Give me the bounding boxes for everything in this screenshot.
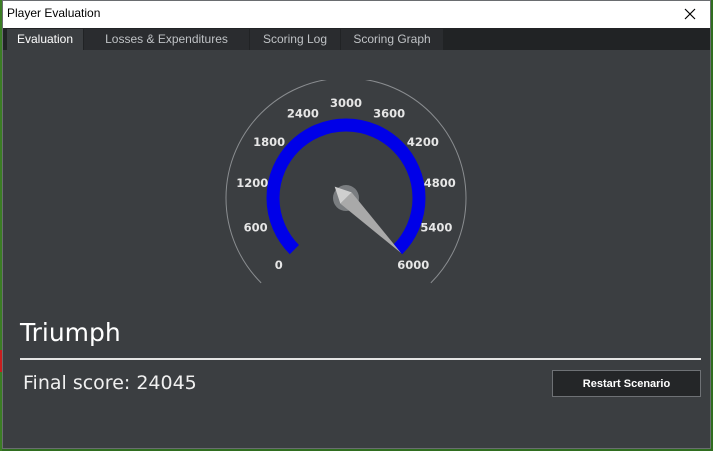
final-score: Final score: 24045	[23, 372, 197, 394]
title-bar[interactable]: Player Evaluation	[3, 1, 710, 28]
evaluation-panel: 0 600 1200 1800 2400 3000 3600 4200 4800 5400 6000…	[6, 50, 707, 445]
tab-scoring-graph[interactable]: Scoring Graph	[341, 29, 443, 50]
gauge-tick-label: 2400	[287, 106, 319, 120]
restart-scenario-button[interactable]: Restart Scenario	[552, 370, 701, 397]
tab-losses-expenditures[interactable]: Losses & Expenditures	[84, 29, 249, 50]
gauge-tick-label: 600	[244, 220, 268, 234]
tab-bar: Evaluation Losses & Expenditures Scoring…	[3, 28, 710, 50]
gauge-tick-label: 4800	[424, 176, 456, 190]
gauge-tick-label: 1200	[236, 176, 268, 190]
gauge-tick-label: 6000	[397, 258, 429, 272]
gauge-tick-label: 1800	[253, 135, 285, 149]
close-button[interactable]	[670, 1, 710, 27]
player-evaluation-window: Player Evaluation Evaluation Losses & Ex…	[2, 0, 711, 449]
gauge-tick-label: 3600	[373, 106, 405, 120]
close-icon	[684, 8, 696, 20]
tab-scoring-log[interactable]: Scoring Log	[250, 29, 340, 50]
score-gauge: 0 600 1200 1800 2400 3000 3600 4200 4800 5400 6000	[225, 80, 467, 284]
result-divider	[20, 358, 701, 360]
gauge-needle	[340, 192, 402, 254]
tab-evaluation[interactable]: Evaluation	[7, 29, 83, 50]
window-title: Player Evaluation	[7, 6, 101, 20]
result-title: Triumph	[20, 318, 121, 347]
gauge-tick-label: 0	[275, 258, 283, 272]
gauge-tick-label: 3000	[330, 96, 362, 110]
gauge-tick-label: 5400	[420, 220, 452, 234]
gauge-tick-label: 4200	[407, 135, 439, 149]
